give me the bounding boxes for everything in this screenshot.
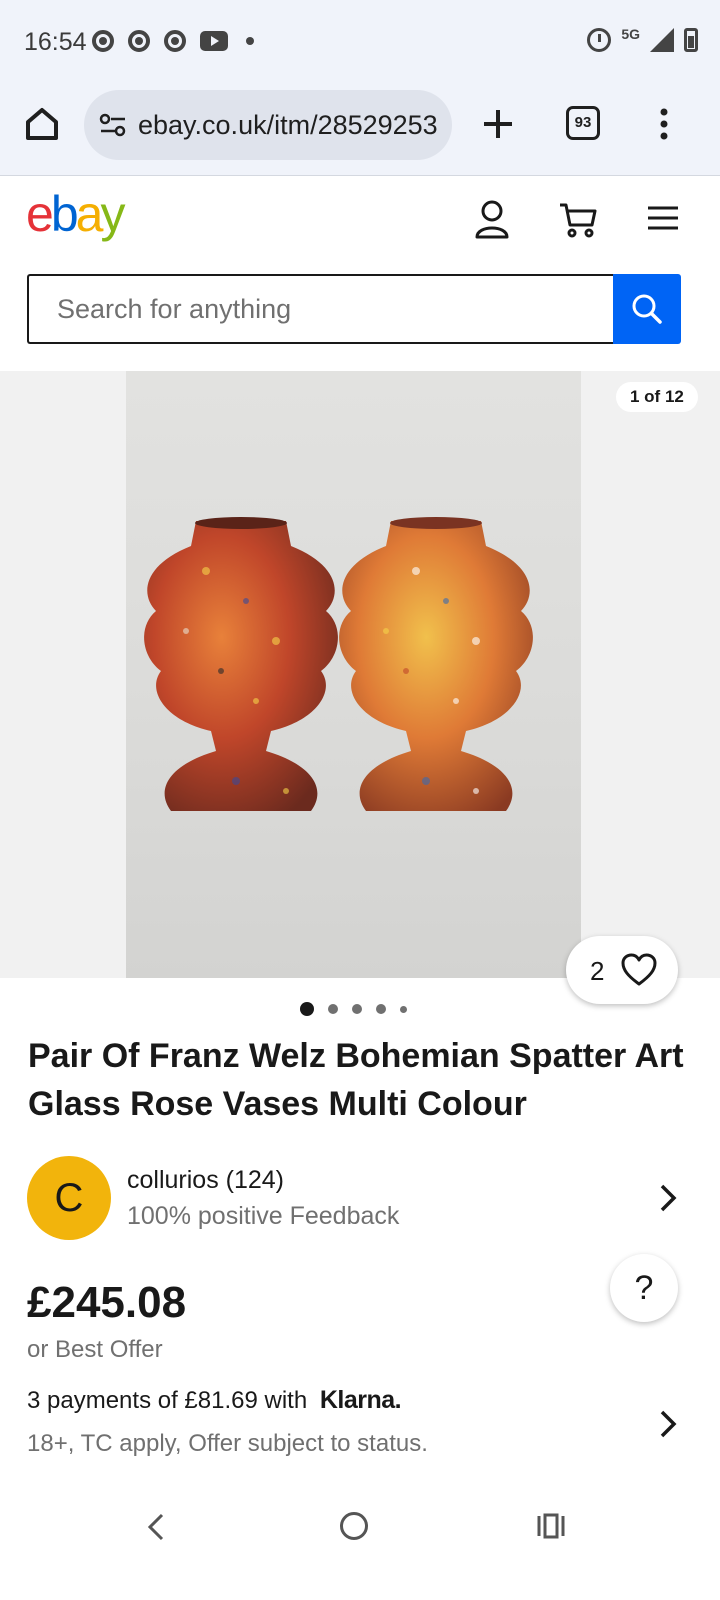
best-offer-label: or Best Offer [27,1336,163,1363]
tab-switcher-button[interactable]: 93 [566,106,600,140]
search-icon [632,294,662,324]
more-notifications-icon [246,37,254,45]
alarm-icon [587,28,612,52]
cart-icon [560,203,597,238]
chevron-right-icon[interactable] [657,1408,679,1440]
more-vert-icon [660,108,668,140]
cart-button[interactable] [558,199,598,239]
pagination-dot[interactable] [400,1005,407,1013]
status-bar: 16:54 5G [0,0,720,84]
image-gallery[interactable] [0,371,720,978]
system-navigation-bar [0,1484,720,1600]
ebay-logo[interactable]: ebay [26,185,125,243]
item-title: Pair Of Franz Welz Bohemian Spatter Art … [28,1037,684,1123]
home-icon [26,108,58,140]
address-bar[interactable]: ebay.co.uk/itm/285292537 [84,90,452,160]
chrome-notification-icon [128,30,150,52]
pagination-dot[interactable] [376,1004,386,1014]
plus-icon [484,110,512,138]
watch-button[interactable]: 2 [566,936,678,1004]
payment-terms: 18+, TC apply, Offer subject to status. [27,1430,428,1457]
url-text: ebay.co.uk/itm/285292537 [138,110,438,140]
recent-apps-icon[interactable] [536,1512,566,1540]
pagination-dot[interactable] [352,1004,362,1014]
browser-menu-button[interactable] [652,104,676,144]
chrome-notification-icon [164,30,186,52]
site-header: ebay [0,177,720,267]
menu-button[interactable] [646,203,680,233]
account-button[interactable] [474,199,510,239]
browser-chrome: 16:54 5G ebay.co.uk/itm/285292537 93 [0,0,720,176]
system-icons: 5G [587,26,698,52]
search-bar [27,274,681,344]
network-type: 5G [621,26,640,42]
logo-letter-b: b [50,186,79,242]
logo-letter-y: y [100,186,125,242]
logo-letter-a: a [75,186,104,242]
chrome-notification-icon [92,30,114,52]
youtube-notification-icon [200,31,228,51]
image-counter: 1 of 12 [616,382,698,412]
seller-name: collurios (124) [127,1166,285,1194]
pagination-dot[interactable] [300,1002,314,1016]
notification-icons [92,30,254,52]
search-button[interactable] [613,274,681,344]
signal-icon [650,28,674,52]
product-photo[interactable] [126,371,581,978]
home-button[interactable] [22,104,62,144]
status-time: 16:54 [24,28,87,56]
seller-info[interactable]: C collurios (124) 100% positive Feedback [27,1156,687,1240]
hamburger-icon [648,206,678,230]
item-price: £245.08 [27,1278,187,1327]
heart-icon [621,953,657,986]
user-icon [475,200,509,239]
payment-text: 3 payments of £81.69 with [27,1387,308,1414]
payment-info[interactable]: 3 payments of £81.69 with Klarna. [27,1386,402,1415]
back-icon[interactable] [146,1512,166,1542]
browser-toolbar: ebay.co.uk/itm/285292537 93 [0,84,720,168]
vases-photo-illustration [144,517,533,811]
watch-count: 2 [590,956,605,986]
search-input[interactable] [27,274,613,344]
seller-avatar: C [27,1156,111,1240]
chevron-right-icon [660,1184,677,1212]
klarna-logo: Klarna. [319,1386,402,1414]
new-tab-button[interactable] [478,104,518,144]
seller-feedback: 100% positive Feedback [127,1202,400,1230]
gallery-pagination [300,1002,407,1016]
help-button[interactable]: ? [610,1254,678,1322]
site-settings-icon[interactable] [98,110,128,140]
battery-icon [684,28,698,52]
logo-letter-e: e [26,186,54,242]
home-nav-icon[interactable] [340,1512,368,1540]
pagination-dot[interactable] [328,1004,338,1014]
